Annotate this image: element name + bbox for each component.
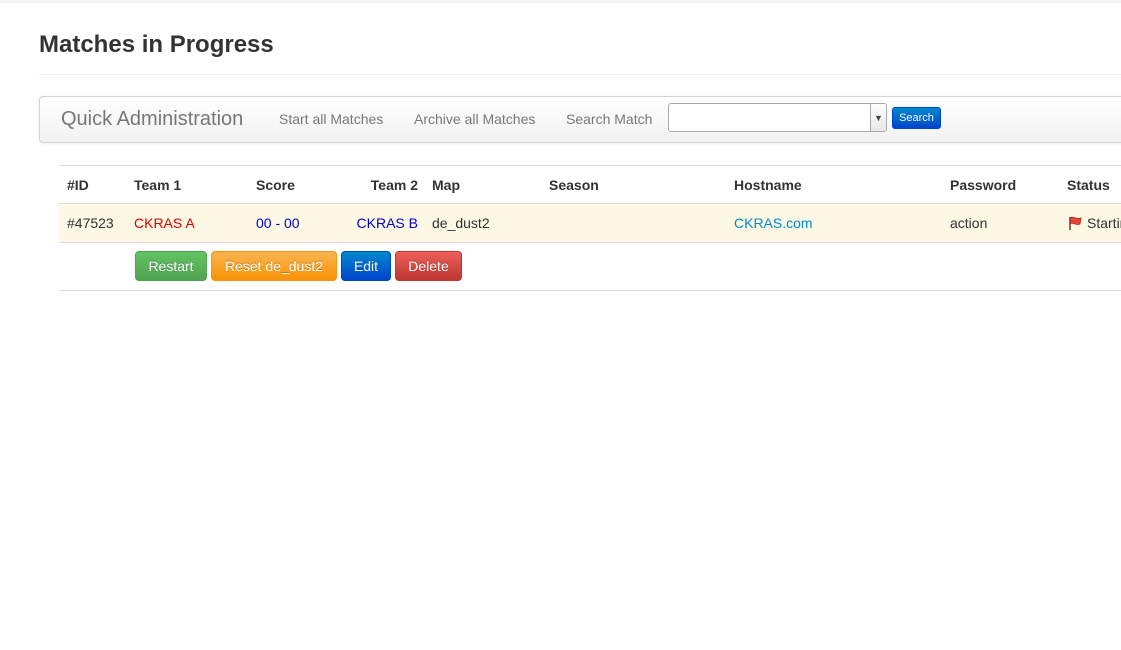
- header-hostname: Hostname: [734, 177, 802, 193]
- matches-table: #ID Team 1 Score Team 2 Map Season Hostn…: [59, 165, 1121, 291]
- header-score: Score: [256, 177, 295, 193]
- header-team1: Team 1: [134, 177, 182, 193]
- match-score: 00 - 00: [256, 215, 300, 231]
- match-password: action: [950, 215, 988, 231]
- navbar-brand[interactable]: Quick Administration: [61, 107, 243, 131]
- page-title: Matches in Progress: [39, 31, 274, 58]
- delete-button[interactable]: Delete: [395, 251, 462, 281]
- match-status: Starting: [1067, 215, 1121, 231]
- search-match-label: Search Match: [566, 111, 653, 127]
- quick-admin-navbar: Quick Administration Start all Matches A…: [39, 96, 1121, 143]
- match-team2: CKRAS B: [356, 215, 418, 231]
- header-status: Status: [1067, 177, 1110, 193]
- title-divider: [39, 74, 1121, 75]
- header-password: Password: [950, 177, 1017, 193]
- top-strip: [0, 0, 1121, 3]
- header-season: Season: [549, 177, 599, 193]
- flag-icon: [1067, 215, 1083, 231]
- table-row[interactable]: #47523 CKRAS A 00 - 00 CKRAS B de_dust2 …: [59, 204, 1121, 243]
- search-match-select[interactable]: ▼: [668, 103, 887, 132]
- match-id: #47523: [67, 215, 114, 231]
- reset-map-button[interactable]: Reset de_dust2: [211, 251, 337, 281]
- archive-all-matches-link[interactable]: Archive all Matches: [414, 110, 535, 128]
- header-map: Map: [432, 177, 460, 193]
- match-hostname-link[interactable]: CKRAS.com: [734, 215, 813, 231]
- match-status-text: Starting: [1087, 215, 1121, 231]
- search-button[interactable]: Search: [892, 107, 941, 129]
- header-id: #ID: [67, 177, 89, 193]
- header-team2: Team 2: [370, 177, 418, 193]
- match-actions-row: Restart Reset de_dust2 Edit Delete: [59, 243, 1121, 291]
- table-header-row: #ID Team 1 Score Team 2 Map Season Hostn…: [59, 166, 1121, 204]
- chevron-down-icon[interactable]: ▼: [870, 104, 886, 131]
- match-team1: CKRAS A: [134, 215, 195, 231]
- start-all-matches-link[interactable]: Start all Matches: [279, 110, 383, 128]
- match-map: de_dust2: [432, 215, 490, 231]
- restart-button[interactable]: Restart: [135, 251, 207, 281]
- edit-button[interactable]: Edit: [341, 251, 391, 281]
